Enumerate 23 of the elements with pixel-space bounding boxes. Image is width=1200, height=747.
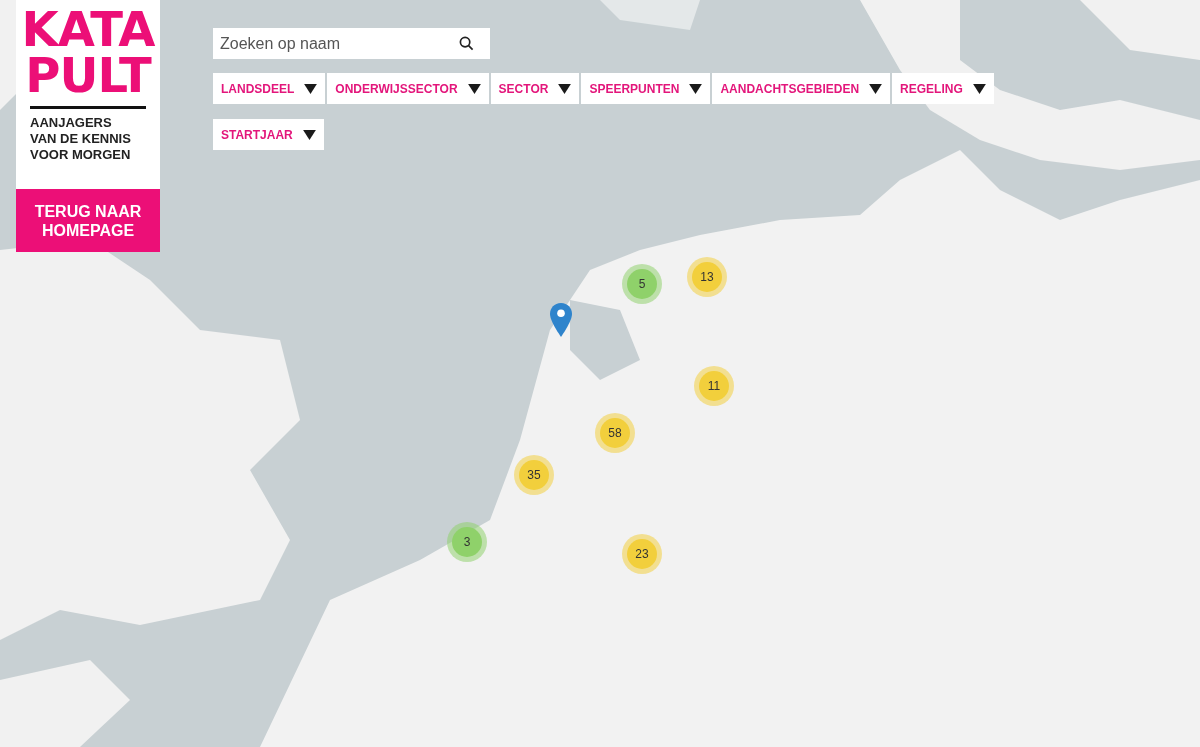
logo-text: KATA	[21, 6, 155, 52]
map-pin-icon[interactable]	[550, 302, 572, 338]
filter-dropdown[interactable]: REGELING	[892, 73, 994, 104]
search-icon	[459, 36, 474, 51]
caret-icon	[689, 83, 703, 94]
caret-icon	[302, 129, 316, 140]
search-field[interactable]: Zoeken op naam	[213, 28, 490, 59]
tagline: VOOR MORGEN	[30, 147, 131, 163]
caret-icon	[304, 83, 318, 94]
filter-dropdown[interactable]: ONDERWIJSSECTOR	[327, 73, 489, 104]
tagline: VAN DE KENNIS	[30, 131, 131, 147]
tagline: AANJAGERS	[30, 115, 112, 131]
filter-dropdown[interactable]: SECTOR	[490, 73, 580, 104]
caret-icon	[558, 83, 572, 94]
caret-icon	[467, 83, 481, 94]
filter-dropdown[interactable]: SPEERPUNTEN	[581, 73, 711, 104]
logo-text: PULT	[25, 52, 151, 98]
caret-icon	[972, 83, 986, 94]
filter-dropdown[interactable]: AANDACHTSGEBIEDEN	[712, 73, 891, 104]
filter-dropdown[interactable]: STARTJAAR	[213, 119, 324, 150]
caret-icon	[869, 83, 883, 94]
homepage-button[interactable]: TERUG NAAR HOMEPAGE	[16, 189, 160, 252]
filter-dropdown[interactable]: LANDSDEEL	[213, 73, 326, 104]
